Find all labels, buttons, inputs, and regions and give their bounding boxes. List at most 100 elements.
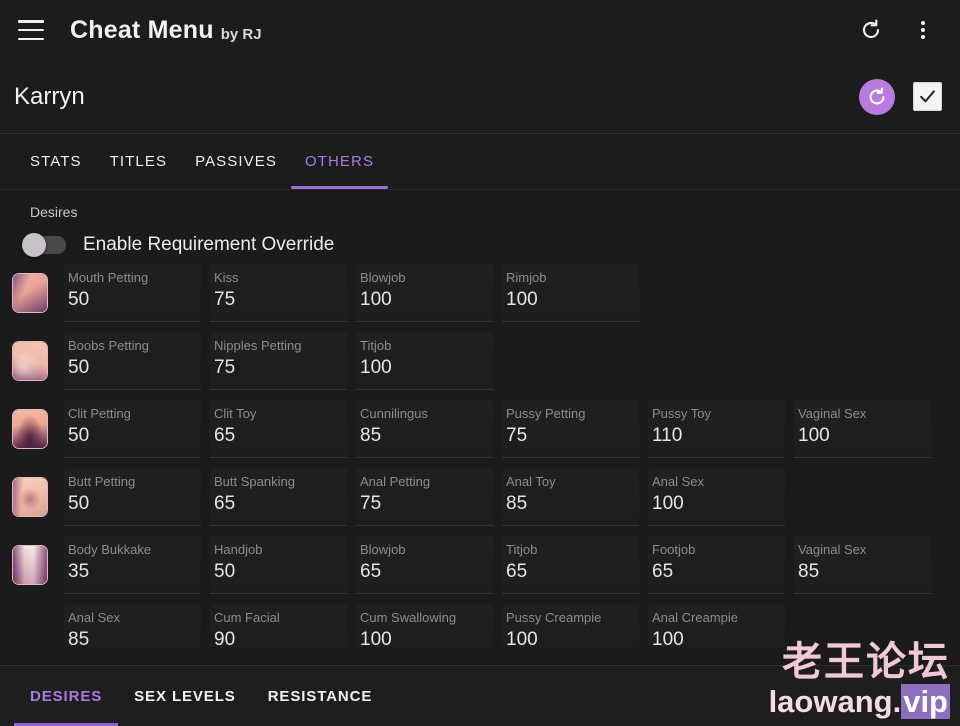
- cell-value: 65: [360, 561, 382, 582]
- cell-label: Clit Toy: [214, 406, 257, 421]
- desire-cell[interactable]: Cunnilingus 85: [356, 400, 493, 458]
- tab-sex-levels-label: SEX LEVELS: [134, 687, 236, 705]
- tab-others[interactable]: OTHERS: [290, 134, 389, 189]
- desire-row: Anal Sex 85 Cum Facial 90 Cum Swallowing…: [0, 604, 960, 647]
- character-name: Karryn: [14, 82, 85, 110]
- desire-cell[interactable]: Anal Sex 100: [648, 468, 785, 526]
- cell-value: 65: [652, 561, 674, 582]
- cell-value: 85: [68, 629, 90, 647]
- desire-cell[interactable]: Cum Facial 90: [210, 604, 347, 647]
- pussy-thumbnail[interactable]: [12, 409, 48, 449]
- tab-titles[interactable]: TITLES: [96, 134, 181, 189]
- app-bar-actions: [858, 17, 942, 43]
- cell-label: Handjob: [214, 542, 263, 557]
- cell-value: 35: [68, 561, 90, 582]
- desire-cell[interactable]: Cum Swallowing 100: [356, 604, 493, 647]
- desire-cell[interactable]: Blowjob 65: [356, 536, 493, 594]
- desire-row: Mouth Petting 50 Kiss 75 Blowjob 100 Rim…: [0, 264, 960, 332]
- cell-label: Anal Sex: [68, 610, 121, 625]
- desire-cell[interactable]: Anal Toy 85: [502, 468, 639, 526]
- toggle-knob: [22, 233, 46, 257]
- desire-cell[interactable]: Pussy Petting 75: [502, 400, 639, 458]
- tab-resistance-label: RESISTANCE: [267, 687, 373, 705]
- tab-resistance[interactable]: RESISTANCE: [252, 666, 389, 726]
- desire-cell[interactable]: Titjob 65: [502, 536, 639, 594]
- cell-value: 100: [798, 425, 830, 446]
- desire-cell[interactable]: Titjob 100: [356, 332, 493, 390]
- desire-cell[interactable]: Pussy Creampie 100: [502, 604, 639, 647]
- cell-label: Blowjob: [360, 542, 406, 557]
- cell-label: Body Bukkake: [68, 542, 152, 557]
- hamburger-menu-icon[interactable]: [18, 20, 44, 40]
- cell-value: 50: [68, 357, 90, 378]
- cell-value: 50: [68, 289, 90, 310]
- refresh-circle-icon[interactable]: [859, 78, 895, 115]
- desire-cells: Clit Petting 50 Clit Toy 65 Cunnilingus …: [64, 400, 940, 458]
- cell-value: 100: [506, 289, 538, 310]
- mouth-thumbnail[interactable]: [12, 273, 48, 313]
- cell-value: 100: [652, 493, 684, 514]
- desire-cell[interactable]: Vaginal Sex 85: [794, 536, 931, 594]
- desire-cell[interactable]: Anal Creampie 100: [648, 604, 785, 647]
- cell-label: Clit Petting: [68, 406, 131, 421]
- tab-stats[interactable]: STATS: [16, 134, 96, 189]
- desire-cell[interactable]: Anal Petting 75: [356, 468, 493, 526]
- desire-cells: Body Bukkake 35 Handjob 50 Blowjob 65 Ti…: [64, 536, 940, 594]
- cell-label: Cum Swallowing: [360, 610, 457, 625]
- desire-cell[interactable]: Kiss 75: [210, 264, 347, 322]
- enable-requirement-override-toggle[interactable]: [22, 233, 66, 257]
- desire-cell[interactable]: Boobs Petting 50: [64, 332, 201, 390]
- desires-grid: Mouth Petting 50 Kiss 75 Blowjob 100 Rim…: [0, 264, 960, 647]
- cell-label: Vaginal Sex: [798, 406, 867, 421]
- cell-label: Vaginal Sex: [798, 542, 867, 557]
- cell-label: Blowjob: [360, 270, 406, 285]
- cell-label: Anal Sex: [652, 474, 705, 489]
- enable-requirement-override-label: Enable Requirement Override: [83, 234, 335, 255]
- tab-passives[interactable]: PASSIVES: [181, 134, 291, 189]
- desire-cell[interactable]: Anal Sex 85: [64, 604, 201, 647]
- more-vertical-icon[interactable]: [910, 17, 936, 43]
- butt-thumbnail[interactable]: [12, 477, 48, 517]
- desire-cell[interactable]: Butt Petting 50: [64, 468, 201, 526]
- cell-label: Titjob: [506, 542, 538, 557]
- desire-cell[interactable]: Clit Toy 65: [210, 400, 347, 458]
- desire-cell[interactable]: Vaginal Sex 100: [794, 400, 931, 458]
- breasts-thumbnail[interactable]: [12, 341, 48, 381]
- desire-cell[interactable]: Clit Petting 50: [64, 400, 201, 458]
- cell-value: 100: [652, 629, 684, 647]
- cell-label: Pussy Creampie: [506, 610, 602, 625]
- desire-cell[interactable]: Butt Spanking 65: [210, 468, 347, 526]
- cell-value: 85: [360, 425, 382, 446]
- desire-cell[interactable]: Footjob 65: [648, 536, 785, 594]
- desire-cell[interactable]: Pussy Toy 110: [648, 400, 785, 458]
- tab-sex-levels[interactable]: SEX LEVELS: [118, 666, 252, 726]
- cell-label: Pussy Toy: [652, 406, 712, 421]
- desire-row: Clit Petting 50 Clit Toy 65 Cunnilingus …: [0, 400, 960, 468]
- tab-desires[interactable]: DESIRES: [14, 666, 119, 726]
- cell-label: Cunnilingus: [360, 406, 428, 421]
- tab-passives-label: PASSIVES: [195, 153, 277, 170]
- tab-stats-label: STATS: [30, 153, 82, 170]
- desire-row: Boobs Petting 50 Nipples Petting 75 Titj…: [0, 332, 960, 400]
- desire-cell[interactable]: Nipples Petting 75: [210, 332, 347, 390]
- cell-value: 75: [360, 493, 382, 514]
- cell-value: 100: [506, 629, 538, 647]
- cell-label: Rimjob: [506, 270, 547, 285]
- refresh-icon[interactable]: [858, 17, 884, 43]
- desire-cell[interactable]: Mouth Petting 50: [64, 264, 201, 322]
- desire-cell[interactable]: Blowjob 100: [356, 264, 493, 322]
- desire-cell[interactable]: Body Bukkake 35: [64, 536, 201, 594]
- desire-cell[interactable]: Handjob 50: [210, 536, 347, 594]
- cell-value: 90: [214, 629, 236, 647]
- body-thumbnail[interactable]: [12, 545, 48, 585]
- tab-desires-label: DESIRES: [30, 687, 103, 705]
- character-actions: [859, 78, 942, 115]
- cell-value: 85: [798, 561, 820, 582]
- primary-tab-bar: STATS TITLES PASSIVES OTHERS: [0, 134, 960, 190]
- desire-cell[interactable]: Rimjob 100: [502, 264, 639, 322]
- secondary-tab-bar: DESIRES SEX LEVELS RESISTANCE: [0, 665, 960, 726]
- cell-label: Titjob: [360, 338, 392, 353]
- select-all-checkbox[interactable]: [913, 82, 942, 111]
- cell-value: 100: [360, 289, 392, 310]
- desire-row: Butt Petting 50 Butt Spanking 65 Anal Pe…: [0, 468, 960, 536]
